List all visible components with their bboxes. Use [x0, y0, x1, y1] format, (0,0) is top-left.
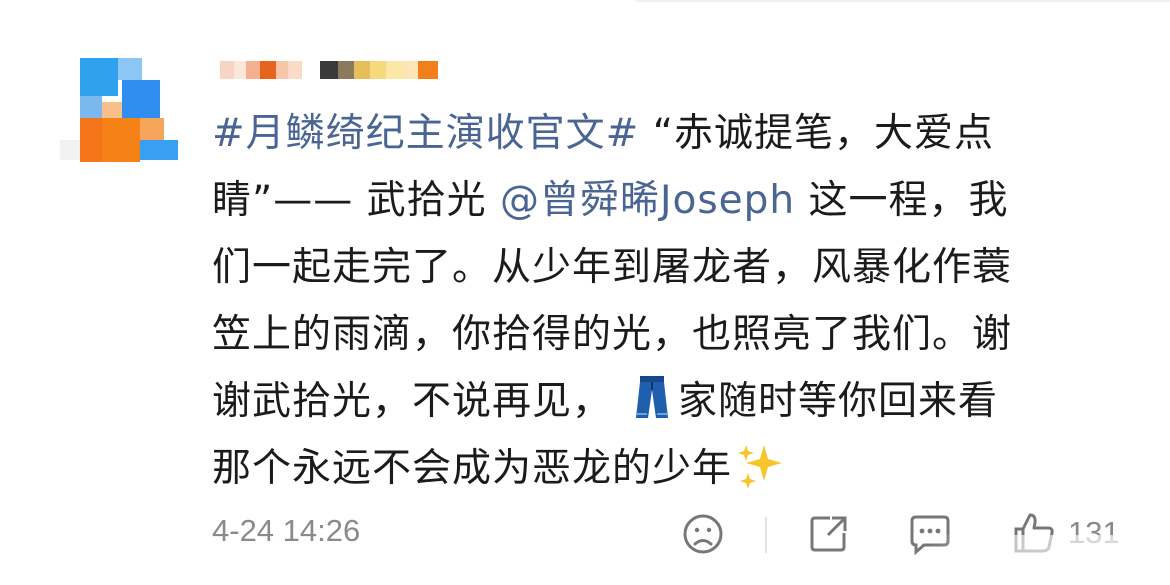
content-line: #月鳞绮纪主演收官文# “赤诚提笔，大爱点: [212, 100, 1142, 167]
text-segment: “赤诚提笔，大爱点: [639, 111, 994, 156]
blur-overlay: [930, 535, 1160, 580]
share-icon[interactable]: [808, 513, 850, 559]
post-content: #月鳞绮纪主演收官文# “赤诚提笔，大爱点 睛”—— 武拾光 @曾舜晞Josep…: [212, 100, 1142, 502]
text-segment: 家随时等你回来看: [678, 379, 999, 424]
content-line: 谢武拾光，不说再见， 家随时等你回来看: [212, 368, 1142, 435]
sparkles-emoji: [736, 441, 784, 489]
text-segment: 谢武拾光，不说再见，: [212, 379, 613, 424]
post-timestamp: 4-24 14:26: [212, 513, 361, 548]
user-badge-blurred: [320, 61, 438, 79]
user-mention-link[interactable]: @曾舜晞Joseph: [500, 178, 795, 223]
top-divider: [636, 0, 1170, 2]
topic-link[interactable]: #月鳞绮纪主演收官文#: [212, 111, 639, 156]
dislike-face-icon[interactable]: [682, 513, 724, 559]
content-line: 那个永远不会成为恶龙的少年: [212, 435, 1142, 502]
avatar[interactable]: [60, 58, 178, 162]
jeans-emoji: [632, 374, 672, 420]
content-line: 笠上的雨滴，你拾得的光，也照亮了我们。谢: [212, 312, 1013, 357]
content-line: 们一起走完了。从少年到屠龙者，风暴化作蓑: [212, 245, 1013, 290]
content-line: 睛”—— 武拾光 @曾舜晞Joseph 这一程，我: [212, 167, 1142, 234]
text-segment: 睛”—— 武拾光: [212, 178, 500, 223]
username-blurred[interactable]: [220, 61, 302, 79]
text-segment: 那个永远不会成为恶龙的少年: [212, 446, 733, 491]
action-divider: [765, 517, 767, 553]
text-segment: 这一程，我: [795, 178, 1009, 223]
